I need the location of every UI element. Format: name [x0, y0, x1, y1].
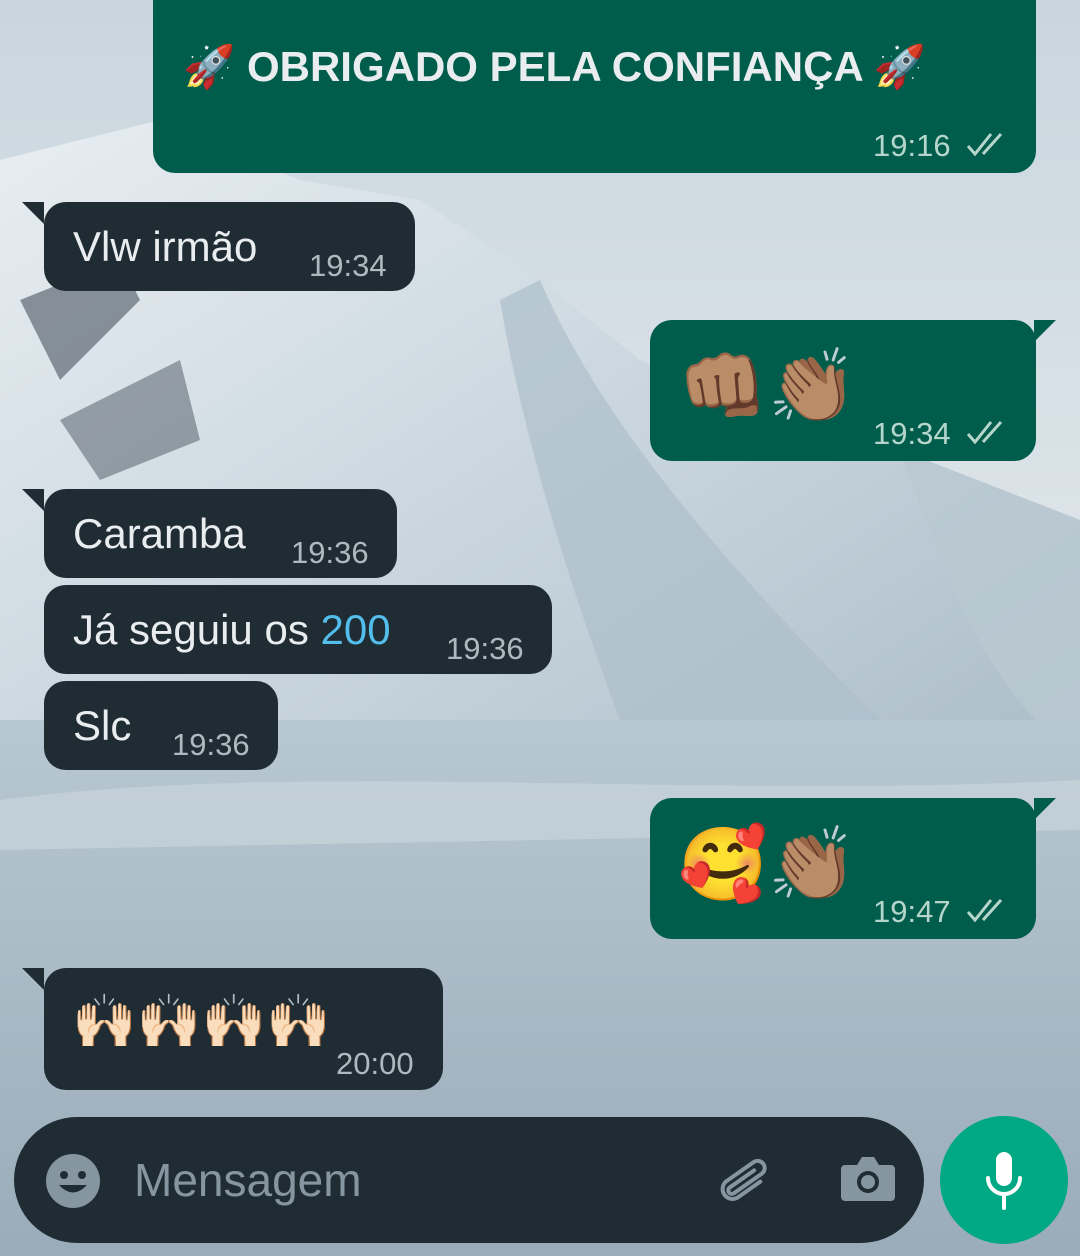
emoji-icon[interactable] — [44, 1152, 102, 1210]
paperclip-icon[interactable] — [714, 1151, 776, 1213]
message-time: 19:34 — [873, 416, 951, 451]
message-text: Já seguiu os 200 — [73, 609, 391, 651]
message-bubble-outgoing[interactable]: 👊🏽👏🏽 19:34 — [650, 320, 1036, 461]
message-bubble-outgoing[interactable]: 🥰👏🏽 19:47 — [650, 798, 1036, 939]
message-bubble-incoming[interactable]: Vlw irmão 19:34 — [44, 202, 415, 291]
message-text: Caramba — [73, 510, 246, 557]
message-text: Slc — [73, 702, 132, 749]
message-time: 20:00 — [336, 1046, 414, 1081]
message-input-bar[interactable]: Mensagem — [14, 1117, 924, 1243]
read-ticks-icon — [966, 132, 1003, 157]
message-time: 19:34 — [309, 248, 387, 283]
message-time: 19:16 — [873, 128, 951, 163]
message-emoji: 🙌🏻🙌🏻🙌🏻🙌🏻 — [72, 992, 331, 1052]
camera-icon[interactable] — [839, 1153, 897, 1205]
message-bubble-outgoing[interactable]: 🚀 OBRIGADO PELA CONFIANÇA 🚀 19:16 — [153, 0, 1036, 173]
message-time: 19:36 — [291, 535, 369, 570]
message-text: 🚀 OBRIGADO PELA CONFIANÇA 🚀 — [183, 43, 927, 90]
message-bubble-incoming[interactable]: Slc 19:36 — [44, 681, 278, 770]
message-bubble-incoming[interactable]: Caramba 19:36 — [44, 489, 397, 578]
mic-button[interactable] — [940, 1116, 1068, 1244]
message-bubble-incoming[interactable]: 🙌🏻🙌🏻🙌🏻🙌🏻 20:00 — [44, 968, 443, 1090]
mic-icon — [986, 1152, 1022, 1210]
message-bubble-incoming[interactable]: Já seguiu os 200 19:36 — [44, 585, 552, 674]
message-link[interactable]: 200 — [321, 606, 391, 653]
message-time: 19:47 — [873, 894, 951, 929]
read-ticks-icon — [966, 898, 1003, 923]
message-emoji: 🥰👏🏽 — [678, 822, 858, 906]
message-text: Vlw irmão — [73, 223, 258, 270]
message-emoji: 👊🏽👏🏽 — [678, 344, 858, 428]
read-ticks-icon — [966, 420, 1003, 445]
message-time: 19:36 — [172, 727, 250, 762]
message-time: 19:36 — [446, 631, 524, 666]
message-text-prefix: Já seguiu os — [73, 606, 321, 653]
message-input[interactable]: Mensagem — [134, 1157, 362, 1203]
